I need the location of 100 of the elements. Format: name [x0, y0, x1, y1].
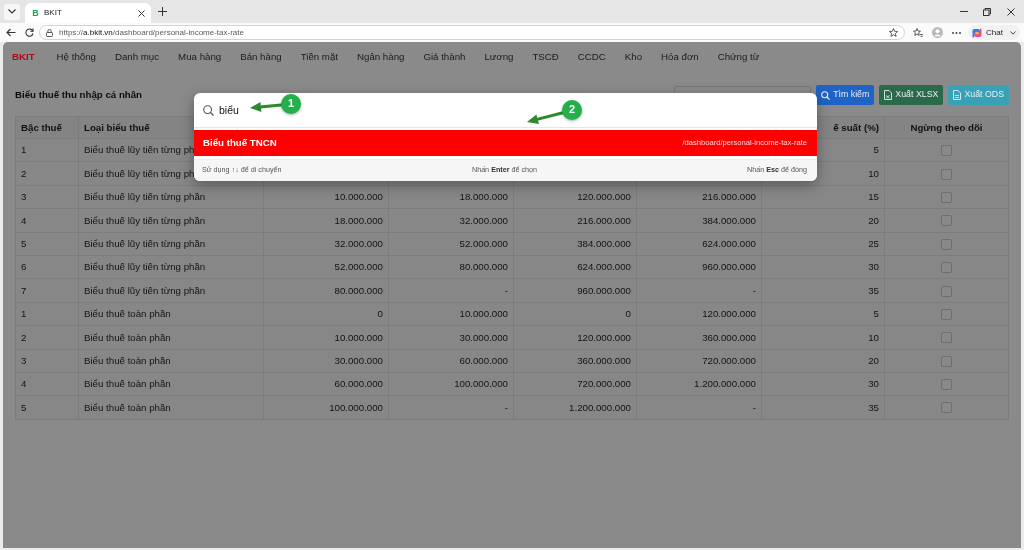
- table-cell: 6: [21, 261, 27, 273]
- table-cell: 720.000.000: [702, 354, 756, 366]
- document-icon: [953, 90, 962, 100]
- export-ods-button[interactable]: Xuất ODS: [948, 85, 1009, 105]
- checkbox[interactable]: [941, 262, 952, 274]
- table-cell: 4: [21, 378, 27, 390]
- table-cell: 30.000.000: [459, 331, 508, 343]
- checkbox[interactable]: [941, 308, 952, 320]
- table-cell: 1.200.000.000: [569, 401, 631, 413]
- menu-item[interactable]: Chứng từ: [717, 51, 760, 63]
- column-header: Ngừng theo dõi: [910, 121, 983, 133]
- restore-icon[interactable]: [983, 7, 991, 16]
- table-cell: 624.000.000: [702, 237, 756, 249]
- table-cell: 10.000.000: [459, 308, 508, 320]
- menu-item[interactable]: Lương: [484, 51, 514, 63]
- table-cell: 5: [21, 401, 27, 413]
- table-cell: 60.000.000: [334, 378, 383, 390]
- checkbox[interactable]: [941, 332, 952, 344]
- table-cell: 2: [21, 167, 27, 179]
- table-cell: 10.000.000: [334, 191, 383, 203]
- table-cell: Biểu thuế toàn phần: [84, 354, 171, 366]
- menu-item[interactable]: Tiền mặt: [300, 51, 338, 63]
- table-cell: 7: [21, 284, 27, 296]
- table-cell: 100.000.000: [454, 378, 508, 390]
- close-icon[interactable]: [138, 9, 145, 17]
- plus-icon[interactable]: [158, 7, 167, 16]
- minimize-icon[interactable]: [960, 11, 968, 12]
- search-icon: [821, 90, 831, 100]
- reload-icon[interactable]: [25, 28, 34, 37]
- menu-item[interactable]: Bán hàng: [240, 51, 282, 63]
- table-cell: 80.000.000: [459, 261, 508, 273]
- table-cell: 25: [868, 237, 879, 249]
- checkbox[interactable]: [941, 402, 952, 414]
- chevron-down-icon: [8, 9, 16, 14]
- menu-item[interactable]: Hóa đơn: [661, 51, 699, 63]
- table-cell: 20: [868, 214, 879, 226]
- table-cell: 2: [21, 331, 27, 343]
- table-cell: -: [504, 401, 508, 413]
- tab-list-button[interactable]: [4, 3, 20, 20]
- menu-item[interactable]: Kho: [624, 51, 643, 63]
- menu-item[interactable]: Ngân hàng: [357, 51, 405, 63]
- table-cell: Biểu thuế lũy tiến từng ph: [84, 144, 195, 156]
- table-cell: 3: [21, 354, 27, 366]
- address-bar[interactable]: https://a.bkit.vn/dashboard/personal-income-tax-rate: [39, 25, 906, 40]
- export-xlsx-button[interactable]: Xuất XLSX: [879, 85, 944, 105]
- more-icon[interactable]: [952, 31, 962, 34]
- checkbox[interactable]: [941, 145, 952, 157]
- table-cell: -: [504, 284, 508, 296]
- checkbox[interactable]: [941, 379, 952, 391]
- table-cell: 32.000.000: [459, 214, 508, 226]
- menu-item[interactable]: TSCĐ: [532, 51, 559, 63]
- favicon-logo: B: [31, 7, 40, 19]
- star-icon[interactable]: [889, 28, 899, 37]
- table-cell: Biểu thuế toàn phần: [84, 331, 171, 343]
- table-cell: 15: [868, 191, 879, 203]
- table-cell: 5: [873, 308, 879, 320]
- menu-item[interactable]: Danh mục: [114, 51, 160, 63]
- browser-tab[interactable]: B BKIT: [25, 3, 151, 23]
- table-cell: 4: [21, 214, 27, 226]
- lock-icon[interactable]: [46, 28, 53, 37]
- checkbox[interactable]: [941, 355, 952, 367]
- table-cell: 360.000.000: [577, 354, 631, 366]
- table-cell: 30: [868, 378, 879, 390]
- favorites-icon[interactable]: [913, 28, 924, 37]
- table-cell: 1: [21, 308, 27, 320]
- table-cell: 10: [868, 167, 879, 179]
- table-cell: 216.000.000: [702, 191, 756, 203]
- table-cell: 384.000.000: [577, 237, 631, 249]
- table-cell: 624.000.000: [577, 261, 631, 273]
- profile-avatar-icon[interactable]: [932, 27, 944, 38]
- table-cell: 0: [625, 308, 631, 320]
- close-icon[interactable]: [1007, 7, 1015, 16]
- table-cell: Biểu thuế lũy tiến từng phần: [84, 261, 206, 273]
- table-cell: 3: [21, 191, 27, 203]
- menu-item[interactable]: Mua hàng: [178, 51, 222, 63]
- checkbox[interactable]: [941, 215, 952, 227]
- menu-item[interactable]: CCDC: [577, 51, 606, 63]
- table-cell: 1: [21, 144, 27, 156]
- table-cell: 120.000.000: [577, 191, 631, 203]
- table-cell: 52.000.000: [334, 261, 383, 273]
- table-cell: 960.000.000: [702, 261, 756, 273]
- checkbox[interactable]: [941, 238, 952, 250]
- table-cell: Biểu thuế lũy tiến từng ph: [84, 167, 195, 179]
- checkbox[interactable]: [941, 168, 952, 180]
- table-cell: 360.000.000: [702, 331, 756, 343]
- table-cell: Biểu thuế lũy tiến từng phần: [84, 284, 206, 296]
- checkbox[interactable]: [941, 191, 952, 203]
- table-cell: 10: [868, 331, 879, 343]
- chat-button[interactable]: Chat: [968, 25, 1020, 40]
- search-button[interactable]: Tìm kiếm: [816, 85, 875, 105]
- document-icon: [884, 90, 893, 100]
- table-cell: 100.000.000: [329, 401, 383, 413]
- back-arrow-icon[interactable]: [6, 28, 16, 37]
- menu-item[interactable]: Hệ thống: [56, 51, 96, 63]
- menu-item[interactable]: Giá thành: [423, 51, 466, 63]
- table-cell: 960.000.000: [577, 284, 631, 296]
- checkbox[interactable]: [941, 285, 952, 297]
- table-cell: 35: [868, 401, 879, 413]
- swirl-logo-icon: [972, 27, 983, 38]
- table-cell: 1.200.000.000: [694, 378, 756, 390]
